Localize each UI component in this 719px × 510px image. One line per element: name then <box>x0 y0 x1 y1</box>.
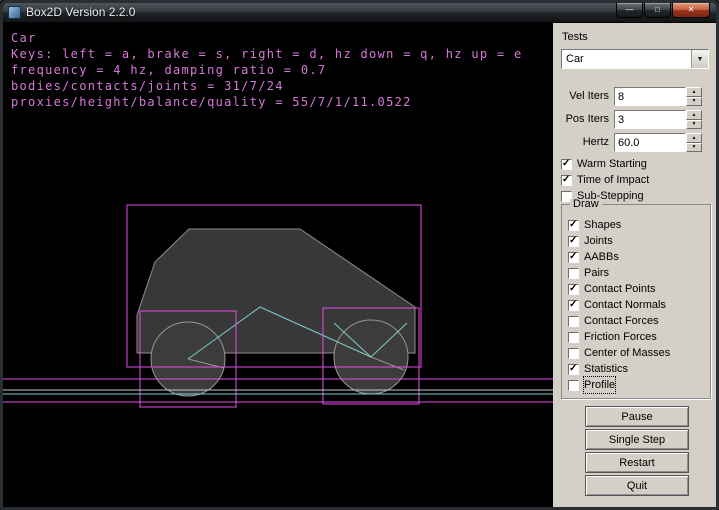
app-window: Box2D Version 2.2.0 — □ ✕ <box>0 0 719 510</box>
contact-forces-label: Contact Forces <box>584 313 659 329</box>
time-of-impact-label: Time of Impact <box>577 172 649 188</box>
checkbox-center-of-masses[interactable]: Center of Masses <box>568 345 710 361</box>
checkbox-joints[interactable]: Joints <box>568 233 710 249</box>
joints-checkbox[interactable] <box>568 236 579 247</box>
profile-checkbox[interactable] <box>568 380 579 391</box>
arrow-down-icon: ▼ <box>692 98 697 104</box>
friction-forces-checkbox[interactable] <box>568 332 579 343</box>
hertz-down-button[interactable]: ▼ <box>686 143 702 153</box>
center-of-masses-checkbox[interactable] <box>568 348 579 359</box>
contact-forces-checkbox[interactable] <box>568 316 579 327</box>
checkbox-shapes[interactable]: Shapes <box>568 217 710 233</box>
minimize-icon: — <box>626 6 634 14</box>
minimize-button[interactable]: — <box>616 3 643 18</box>
maximize-button[interactable]: □ <box>644 3 671 18</box>
window-title: Box2D Version 2.2.0 <box>26 3 711 22</box>
contact-points-label: Contact Points <box>584 281 656 297</box>
hertz-spinner: ▲ ▼ <box>686 133 702 152</box>
friction-forces-label: Friction Forces <box>584 329 657 345</box>
restart-button[interactable]: Restart <box>585 452 689 473</box>
vel-iters-spinner: ▲ ▼ <box>686 87 702 106</box>
profile-label: Profile <box>584 377 615 393</box>
checkbox-friction-forces[interactable]: Friction Forces <box>568 329 710 345</box>
vel-iters-input[interactable] <box>614 87 686 106</box>
time-of-impact-checkbox[interactable] <box>561 175 572 186</box>
pos-iters-label: Pos Iters <box>561 110 609 129</box>
shapes-checkbox[interactable] <box>568 220 579 231</box>
close-icon: ✕ <box>688 6 695 14</box>
hertz-up-button[interactable]: ▲ <box>686 133 702 143</box>
hertz-row: Hertz ▲ ▼ <box>561 133 713 152</box>
bodies-stats-text: bodies/contacts/joints = 31/7/24 <box>11 78 522 94</box>
app-icon <box>8 6 21 19</box>
draw-group: Draw Shapes Joints AABBs Pairs <box>561 204 711 399</box>
pos-iters-input[interactable] <box>614 110 686 129</box>
statistics-label: Statistics <box>584 361 628 377</box>
arrow-down-icon: ▼ <box>692 121 697 127</box>
chevron-down-icon: ▼ <box>697 56 704 63</box>
arrow-up-icon: ▲ <box>692 135 697 141</box>
frequency-text: frequency = 4 hz, damping ratio = 0.7 <box>11 62 522 78</box>
test-title-text: Car <box>11 30 522 46</box>
close-button[interactable]: ✕ <box>672 3 710 18</box>
maximize-icon: □ <box>655 6 660 14</box>
arrow-up-icon: ▲ <box>692 112 697 118</box>
pos-iters-spinner: ▲ ▼ <box>686 110 702 129</box>
checkbox-time-of-impact[interactable]: Time of Impact <box>561 172 713 188</box>
hertz-input[interactable] <box>614 133 686 152</box>
tests-label: Tests <box>562 31 713 43</box>
contact-normals-label: Contact Normals <box>584 297 666 313</box>
test-select[interactable]: Car ▼ <box>561 49 709 69</box>
hertz-label: Hertz <box>561 133 609 152</box>
checkbox-statistics[interactable]: Statistics <box>568 361 710 377</box>
contact-points-checkbox[interactable] <box>568 284 579 295</box>
checkbox-pairs[interactable]: Pairs <box>568 265 710 281</box>
warm-starting-label: Warm Starting <box>577 156 647 172</box>
checkbox-contact-normals[interactable]: Contact Normals <box>568 297 710 313</box>
window-content: Car Keys: left = a, brake = s, right = d… <box>3 23 716 509</box>
pause-button[interactable]: Pause <box>585 406 689 427</box>
single-step-button[interactable]: Single Step <box>585 429 689 450</box>
draw-group-label: Draw <box>570 199 602 210</box>
debug-text-overlay: Car Keys: left = a, brake = s, right = d… <box>11 30 522 110</box>
pairs-label: Pairs <box>584 265 609 281</box>
warm-starting-checkbox[interactable] <box>561 159 572 170</box>
checkbox-profile[interactable]: Profile <box>568 377 710 393</box>
pos-iters-up-button[interactable]: ▲ <box>686 110 702 120</box>
aabbs-checkbox[interactable] <box>568 252 579 263</box>
checkbox-contact-points[interactable]: Contact Points <box>568 281 710 297</box>
vel-iters-up-button[interactable]: ▲ <box>686 87 702 97</box>
shapes-label: Shapes <box>584 217 621 233</box>
test-select-value: Car <box>562 50 691 68</box>
pos-iters-row: Pos Iters ▲ ▼ <box>561 110 713 129</box>
combo-dropdown-button[interactable]: ▼ <box>691 50 708 68</box>
quit-button[interactable]: Quit <box>585 475 689 496</box>
checkbox-warm-starting[interactable]: Warm Starting <box>561 156 713 172</box>
aabbs-label: AABBs <box>584 249 619 265</box>
statistics-checkbox[interactable] <box>568 364 579 375</box>
arrow-up-icon: ▲ <box>692 89 697 95</box>
vel-iters-label: Vel Iters <box>561 87 609 106</box>
caption-buttons: — □ ✕ <box>616 3 710 18</box>
vel-iters-down-button[interactable]: ▼ <box>686 97 702 107</box>
pos-iters-down-button[interactable]: ▼ <box>686 120 702 130</box>
checkbox-aabbs[interactable]: AABBs <box>568 249 710 265</box>
keys-help-text: Keys: left = a, brake = s, right = d, hz… <box>11 46 522 62</box>
pairs-checkbox[interactable] <box>568 268 579 279</box>
contact-normals-checkbox[interactable] <box>568 300 579 311</box>
center-of-masses-label: Center of Masses <box>584 345 670 361</box>
vel-iters-row: Vel Iters ▲ ▼ <box>561 87 713 106</box>
arrow-down-icon: ▼ <box>692 144 697 150</box>
joints-label: Joints <box>584 233 613 249</box>
checkbox-contact-forces[interactable]: Contact Forces <box>568 313 710 329</box>
proxies-stats-text: proxies/height/balance/quality = 55/7/1/… <box>11 94 522 110</box>
simulation-canvas[interactable]: Car Keys: left = a, brake = s, right = d… <box>3 23 553 509</box>
titlebar[interactable]: Box2D Version 2.2.0 — □ ✕ <box>3 3 716 23</box>
control-panel: Tests Car ▼ Vel Iters ▲ ▼ Pos Iters ▲ ▼ <box>553 23 719 509</box>
